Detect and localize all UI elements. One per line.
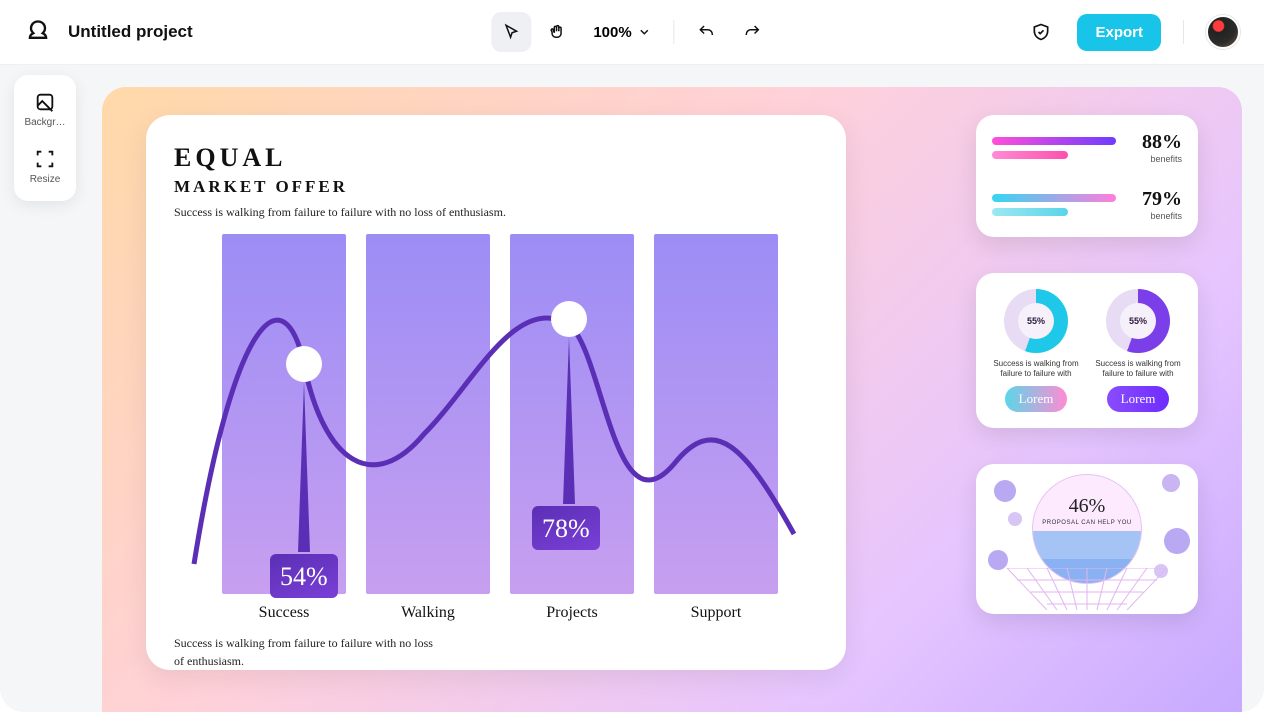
bubble-value: 46%	[1069, 495, 1106, 518]
bubble-text: PROPOSAL CAN HELP YOU	[1042, 520, 1131, 526]
donut-item: 55% Success is walking from failure to f…	[992, 289, 1080, 412]
chart-bar	[222, 234, 346, 594]
progress-card[interactable]: 88% benefits 79% benefits	[976, 115, 1198, 237]
left-toolbox: Backgr… Resize	[14, 75, 76, 201]
shield-check-icon	[1031, 22, 1051, 42]
redo-icon	[744, 23, 762, 41]
chart-callout: 78%	[532, 506, 600, 550]
shield-button[interactable]	[1021, 12, 1061, 52]
topbar: Untitled project 100% Export	[0, 0, 1264, 65]
progress-bars	[992, 194, 1130, 216]
chart-bars	[174, 234, 818, 594]
background-icon	[34, 91, 56, 113]
chart-area: 54% 78%	[174, 234, 818, 594]
x-label: Walking	[366, 604, 490, 622]
donut-chart-icon: 55%	[1106, 289, 1170, 353]
bubble-icon	[994, 480, 1016, 502]
zoom-value: 100%	[593, 24, 631, 41]
chart-bar	[654, 234, 778, 594]
canvas-tools: 100%	[491, 12, 772, 52]
donut-card[interactable]: 55% Success is walking from failure to f…	[976, 273, 1198, 428]
lorem-button[interactable]: Lorem	[1107, 386, 1170, 412]
card-tagline: Success is walking from failure to failu…	[174, 205, 818, 220]
undo-icon	[698, 23, 716, 41]
user-avatar[interactable]	[1206, 15, 1240, 49]
resize-tool[interactable]: Resize	[18, 142, 72, 191]
chart-bar	[366, 234, 490, 594]
tool-label: Backgr…	[20, 117, 70, 128]
progress-value: 79%	[1142, 188, 1182, 211]
chart-x-labels: Success Walking Projects Support	[174, 604, 818, 622]
chart-footnote: Success is walking from failure to failu…	[174, 634, 434, 670]
design-canvas[interactable]: EQUAL MARKET OFFER Success is walking fr…	[102, 87, 1242, 712]
main-chart-card[interactable]: EQUAL MARKET OFFER Success is walking fr…	[146, 115, 846, 670]
progress-value: 88%	[1142, 131, 1182, 154]
divider	[674, 20, 675, 44]
progress-bars	[992, 137, 1130, 159]
bubble-card[interactable]: 46% PROPOSAL CAN HELP YOU	[976, 464, 1198, 614]
chevron-down-icon	[638, 25, 652, 39]
divider	[1183, 20, 1184, 44]
donut-item: 55% Success is walking from failure to f…	[1094, 289, 1182, 412]
donut-chart-icon: 55%	[1004, 289, 1068, 353]
donut-text: Success is walking from failure to failu…	[1094, 359, 1182, 380]
pointer-tool[interactable]	[491, 12, 531, 52]
bubble-icon	[1008, 512, 1022, 526]
tool-label: Resize	[20, 174, 70, 185]
x-label: Support	[654, 604, 778, 622]
progress-label: benefits	[1142, 154, 1182, 164]
card-title: EQUAL	[174, 143, 818, 173]
project-title[interactable]: Untitled project	[68, 22, 193, 42]
x-label: Success	[222, 604, 346, 622]
right-column: 88% benefits 79% benefits	[976, 115, 1198, 614]
hand-icon	[548, 23, 566, 41]
export-button[interactable]: Export	[1077, 14, 1161, 51]
resize-icon	[34, 148, 56, 170]
progress-row: 88% benefits	[992, 131, 1182, 164]
bubble-icon	[988, 550, 1008, 570]
bubble-icon	[1164, 528, 1190, 554]
donut-text: Success is walking from failure to failu…	[992, 359, 1080, 380]
chart-callout: 54%	[270, 554, 338, 598]
bubble-icon	[1162, 474, 1180, 492]
card-subtitle: MARKET OFFER	[174, 177, 818, 197]
progress-row: 79% benefits	[992, 188, 1182, 221]
undo-button[interactable]	[687, 12, 727, 52]
redo-button[interactable]	[733, 12, 773, 52]
app-logo-icon	[24, 18, 52, 46]
background-tool[interactable]: Backgr…	[18, 85, 72, 134]
lorem-button[interactable]: Lorem	[1005, 386, 1068, 412]
grid-floor-icon	[1007, 568, 1167, 610]
pointer-icon	[502, 23, 520, 41]
hand-tool[interactable]	[537, 12, 577, 52]
x-label: Projects	[510, 604, 634, 622]
progress-label: benefits	[1142, 211, 1182, 221]
zoom-dropdown[interactable]: 100%	[583, 24, 661, 41]
